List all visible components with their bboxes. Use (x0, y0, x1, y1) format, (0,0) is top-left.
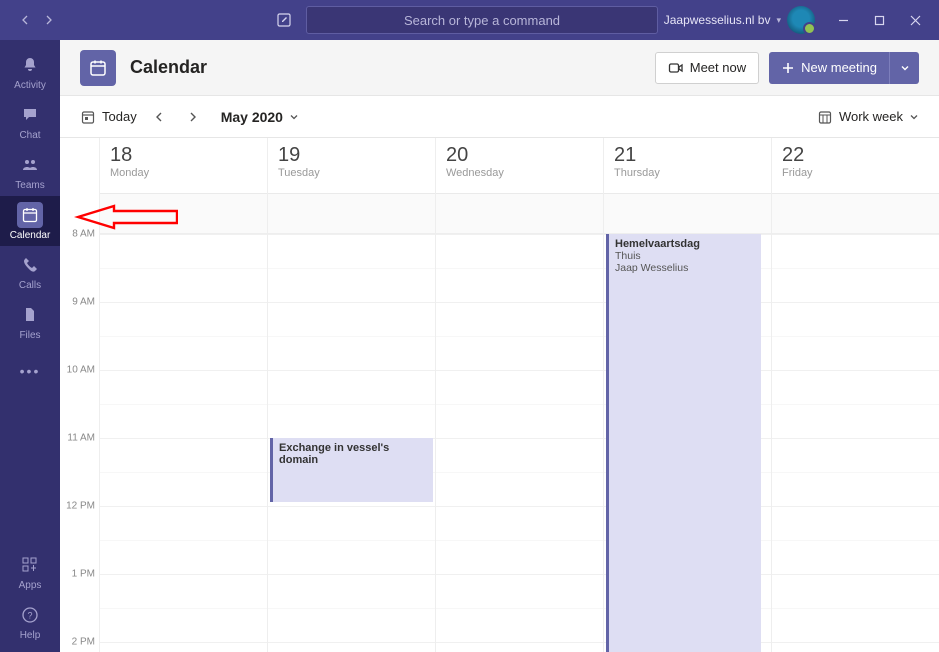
day-header: 18Monday (100, 138, 267, 194)
rail-files[interactable]: Files (0, 296, 60, 346)
time-label: 8 AM (72, 229, 95, 240)
annotation-arrow (74, 204, 178, 230)
time-label: 2 PM (72, 637, 95, 648)
today-button[interactable]: Today (80, 109, 137, 125)
rail-calendar[interactable]: Calendar (0, 196, 60, 246)
time-slots[interactable] (436, 234, 603, 652)
window-maximize[interactable] (861, 0, 897, 40)
nav-back[interactable] (14, 9, 36, 31)
rail-apps[interactable]: Apps (0, 546, 60, 596)
title-bar: Search or type a command Jaapwesselius.n… (0, 0, 939, 40)
time-slots[interactable] (772, 234, 939, 652)
month-picker[interactable]: May 2020 (221, 109, 299, 125)
meet-now-button[interactable]: Meet now (655, 52, 759, 84)
window-minimize[interactable] (825, 0, 861, 40)
tenant-switcher[interactable]: Jaapwesselius.nl bv ▾ (664, 13, 781, 27)
compose-icon[interactable] (270, 6, 298, 34)
rail-activity[interactable]: Activity (0, 46, 60, 96)
calendar-icon (21, 206, 39, 224)
day-column[interactable]: 22Friday (772, 138, 939, 652)
rail-more[interactable]: ••• (0, 346, 60, 396)
allday-row[interactable] (604, 194, 771, 234)
chevron-down-icon (900, 63, 910, 73)
svg-text:?: ? (27, 610, 32, 620)
time-label: 9 AM (72, 297, 95, 308)
calendar-event[interactable]: HemelvaartsdagThuisJaap Wesselius (606, 234, 761, 652)
calendar-event[interactable]: Exchange in vessel's domain (270, 438, 433, 502)
time-label: 1 PM (72, 569, 95, 580)
avatar[interactable] (787, 6, 815, 34)
chat-icon (21, 106, 39, 124)
time-label: 12 PM (66, 501, 95, 512)
rail-teams[interactable]: Teams (0, 146, 60, 196)
allday-row[interactable] (436, 194, 603, 234)
rail-calls[interactable]: Calls (0, 246, 60, 296)
calendar-app-icon (80, 50, 116, 86)
time-slots[interactable]: Exchange in vessel's domain (268, 234, 435, 652)
page-header: Calendar Meet now New meeting (60, 40, 939, 96)
calendar-grid: 8 AM 9 AM 10 AM 11 AM 12 PM 1 PM 2 PM 18Monday… (60, 138, 939, 652)
day-column[interactable]: 21Thursday HemelvaartsdagThuisJaap Wessel… (604, 138, 772, 652)
day-column[interactable]: 20Wednesday (436, 138, 604, 652)
app-rail: Activity Chat Teams Calendar Calls Files… (0, 40, 60, 652)
rail-help[interactable]: ? Help (0, 596, 60, 646)
day-header: 20Wednesday (436, 138, 603, 194)
new-meeting-split[interactable] (889, 52, 919, 84)
new-meeting-button[interactable]: New meeting (769, 52, 889, 84)
nav-forward[interactable] (38, 9, 60, 31)
day-header: 22Friday (772, 138, 939, 194)
phone-icon (21, 256, 39, 274)
allday-row[interactable] (268, 194, 435, 234)
teams-icon (21, 156, 39, 174)
calendar-view-icon (817, 109, 833, 125)
help-icon: ? (21, 606, 39, 624)
time-slots[interactable] (100, 234, 267, 652)
time-label: 11 AM (67, 433, 95, 444)
next-period[interactable] (181, 105, 205, 129)
time-slots[interactable]: HemelvaartsdagThuisJaap Wesselius (604, 234, 771, 652)
time-label: 10 AM (67, 365, 95, 376)
day-column[interactable]: 19Tuesday Exchange in vessel's domain (268, 138, 436, 652)
rail-chat[interactable]: Chat (0, 96, 60, 146)
calendar-today-icon (80, 109, 96, 125)
file-icon (21, 306, 39, 324)
chevron-down-icon (289, 112, 299, 122)
plus-icon (781, 61, 795, 75)
search-input[interactable]: Search or type a command (306, 6, 658, 34)
page-title: Calendar (130, 57, 207, 78)
view-picker[interactable]: Work week (817, 109, 919, 125)
allday-row[interactable] (772, 194, 939, 234)
day-header: 19Tuesday (268, 138, 435, 194)
video-icon (668, 60, 684, 76)
day-header: 21Thursday (604, 138, 771, 194)
calendar-toolbar: Today May 2020 Work week (60, 96, 939, 138)
ellipsis-icon: ••• (17, 358, 43, 384)
prev-period[interactable] (147, 105, 171, 129)
apps-icon (21, 556, 39, 574)
chevron-down-icon (909, 112, 919, 122)
bell-icon (21, 56, 39, 74)
window-close[interactable] (897, 0, 933, 40)
chevron-down-icon: ▾ (776, 15, 781, 26)
